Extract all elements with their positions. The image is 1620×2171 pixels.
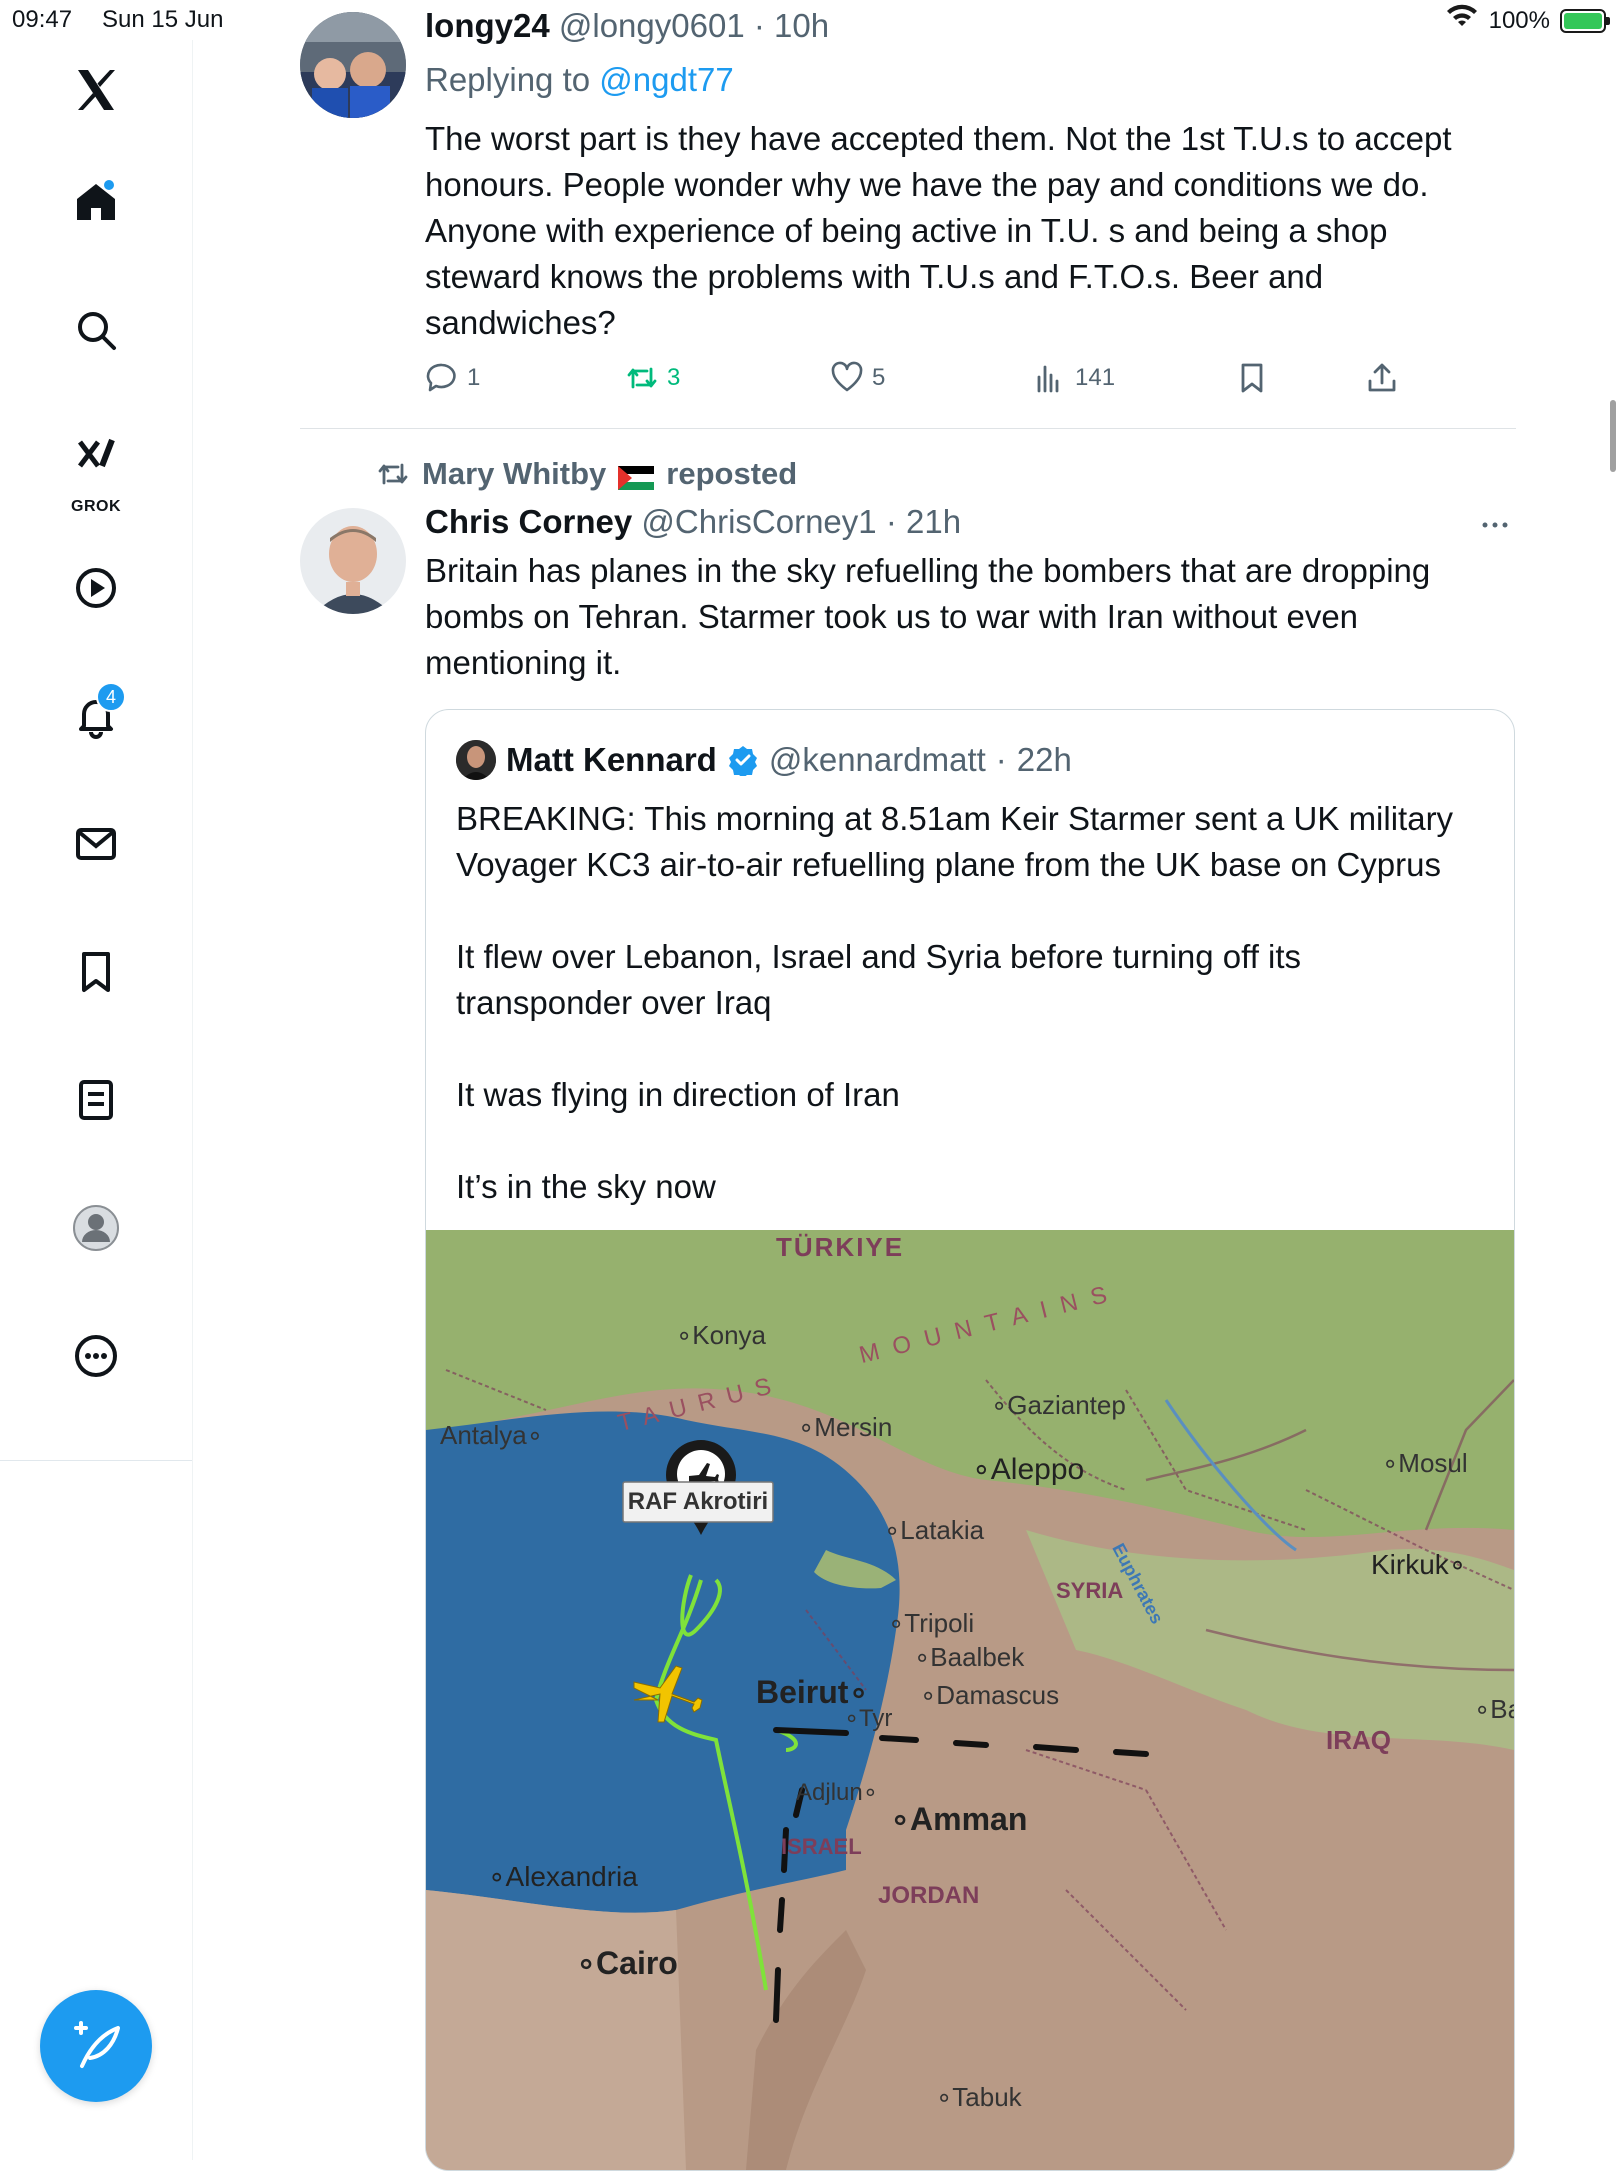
map-label-iraq: IRAQ xyxy=(1326,1725,1391,1755)
grok-icon[interactable]: GROK xyxy=(56,420,136,520)
quote-paragraph: It was flying in direction of Iran xyxy=(456,1076,900,1113)
tweet2-handle[interactable]: @ChrisCorney1 xyxy=(641,503,876,540)
compose-post-button[interactable] xyxy=(40,1990,152,2102)
sidebar: GROK 4 xyxy=(0,40,193,2160)
views-count: 141 xyxy=(1075,364,1116,391)
more-options-icon[interactable] xyxy=(56,1316,136,1396)
map-city-ba: ∘Ba xyxy=(1474,1694,1514,1724)
map-city-alexandria: ∘Alexandria xyxy=(488,1861,638,1892)
tweet2-more-icon[interactable] xyxy=(1478,508,1512,547)
bookmark-icon xyxy=(1241,363,1263,393)
tweet1: longy24 @longy0601 · 10h Replying to @ng… xyxy=(300,4,1516,346)
tweet2-text: Britain has planes in the sky refuelling… xyxy=(425,552,1431,681)
heart-icon xyxy=(831,361,863,392)
messages-icon[interactable] xyxy=(56,804,136,884)
map-city-konya: ∘Konya xyxy=(676,1320,767,1350)
map-city-latakia: ∘Latakia xyxy=(884,1515,985,1545)
repost-by-name[interactable]: Mary Whitby xyxy=(422,456,606,492)
quote-handle[interactable]: @kennardmatt xyxy=(769,741,986,779)
map-city-damascus: ∘Damascus xyxy=(920,1680,1060,1710)
palestine-flag-icon xyxy=(618,462,655,490)
reply-count: 1 xyxy=(467,364,481,391)
map-city-cairo: ∘Cairo xyxy=(576,1945,678,1981)
tweet2-author-name[interactable]: Chris Corney xyxy=(425,503,632,540)
status-time: 09:47 xyxy=(12,6,73,33)
quote-time[interactable]: 22h xyxy=(1017,741,1072,779)
notifications-bell-icon[interactable]: 4 xyxy=(56,676,136,756)
share-icon xyxy=(1368,363,1396,392)
map-label-jordan: JORDAN xyxy=(878,1882,980,1909)
raf-akrotiri-label: RAF Akrotiri xyxy=(627,1488,769,1515)
repost-indicator: Mary Whitby reposted xyxy=(376,456,797,492)
map-city-tyr: ∘Tyr xyxy=(844,1705,893,1732)
replying-to-link[interactable]: @ngdt77 xyxy=(599,61,733,98)
verified-badge-icon xyxy=(728,746,757,776)
map-label-syria: SYRIA xyxy=(1056,1578,1124,1603)
quote-avatar xyxy=(456,740,496,780)
map-city-gaziantep: ∘Gaziantep xyxy=(991,1390,1126,1420)
tweet1-text: The worst part is they have accepted the… xyxy=(425,120,1452,341)
search-icon[interactable] xyxy=(56,290,136,370)
map-city-kirkuk: Kirkuk∘ xyxy=(1371,1549,1467,1580)
x-logo-icon[interactable] xyxy=(56,50,136,130)
map-city-tripoli: ∘Tripoli xyxy=(888,1608,975,1638)
quote-paragraph: BREAKING: This morning at 8.51am Keir St… xyxy=(456,800,1454,883)
tweet1-handle[interactable]: @longy0601 xyxy=(559,7,745,44)
quote-paragraph: It flew over Lebanon, Israel and Syria b… xyxy=(456,938,1302,1021)
quote-author-name[interactable]: Matt Kennard xyxy=(506,741,717,779)
tweet2-time[interactable]: 21h xyxy=(906,503,961,540)
home-new-dot xyxy=(104,180,114,190)
grok-label: GROK xyxy=(71,498,121,515)
video-icon[interactable] xyxy=(56,548,136,628)
quoted-tweet-card[interactable]: Matt Kennard @kennardmatt · 22h BREAKING… xyxy=(425,709,1515,2171)
battery-icon xyxy=(1560,8,1610,33)
quote-text: BREAKING: This morning at 8.51am Keir St… xyxy=(456,796,1486,1256)
map-city-mosul: ∘Mosul xyxy=(1382,1448,1468,1478)
map-city-amman: ∘Amman xyxy=(890,1801,1028,1837)
tweet1-actions: 1 3 5 141 xyxy=(425,358,1425,398)
tweet1-author-name[interactable]: longy24 xyxy=(425,7,550,44)
repost-icon xyxy=(627,367,657,389)
reply-button[interactable]: 1 xyxy=(425,361,480,395)
tweet2: Chris Corney @ChrisCorney1 · 21h Britain… xyxy=(300,500,1516,686)
map-city-aleppo: ∘Aleppo xyxy=(972,1453,1085,1486)
tweet1-time[interactable]: 10h xyxy=(774,7,829,44)
map-city-adjlun: Adjlun∘ xyxy=(796,1779,878,1806)
like-count: 5 xyxy=(872,364,886,391)
status-date: Sun 15 Jun xyxy=(102,6,224,33)
reply-icon xyxy=(426,363,456,392)
bookmark-button[interactable] xyxy=(1235,361,1269,395)
repost-count: 3 xyxy=(667,364,681,391)
tweet2-header: Chris Corney @ChrisCorney1 · 21h xyxy=(425,503,962,540)
flight-map-image[interactable]: RAF Akrotiri TÜRKIYE SYRIA IRAQ ISRAEL J… xyxy=(426,1230,1514,2170)
tweet-divider xyxy=(300,428,1516,429)
quote-header: Matt Kennard @kennardmatt · 22h xyxy=(456,740,1072,780)
replying-label: Replying to xyxy=(425,61,591,98)
sidebar-divider xyxy=(0,1460,192,1461)
compose-feather-icon xyxy=(74,2021,120,2068)
lists-icon[interactable] xyxy=(56,1060,136,1140)
quote-paragraph: It’s in the sky now xyxy=(456,1168,716,1205)
share-button[interactable] xyxy=(1365,361,1399,395)
bookmarks-icon[interactable] xyxy=(56,932,136,1012)
home-icon[interactable] xyxy=(56,162,136,242)
map-city-mersin: ∘Mersin xyxy=(798,1412,893,1442)
tweet1-header: longy24 @longy0601 · 10h xyxy=(425,7,830,44)
views-button[interactable]: 141 xyxy=(1033,361,1115,395)
like-button[interactable]: 5 xyxy=(830,361,885,395)
profile-avatar-icon[interactable] xyxy=(56,1188,136,1268)
notifications-badge: 4 xyxy=(96,682,126,712)
scrollbar-thumb[interactable] xyxy=(1610,400,1616,472)
map-city-tabuk: ∘Tabuk xyxy=(936,2082,1022,2112)
tweet1-replying: Replying to @ngdt77 xyxy=(300,58,1516,102)
map-city-antalya: Antalya∘ xyxy=(440,1420,544,1450)
reposted-icon xyxy=(378,463,408,485)
map-city-baalbek: ∘Baalbek xyxy=(914,1642,1025,1672)
repost-button[interactable]: 3 xyxy=(625,361,680,395)
map-label-turkiye: TÜRKIYE xyxy=(776,1232,905,1262)
reposted-label: reposted xyxy=(666,456,798,491)
views-chart-icon xyxy=(1037,365,1059,393)
map-label-israel: ISRAEL xyxy=(781,1834,862,1859)
